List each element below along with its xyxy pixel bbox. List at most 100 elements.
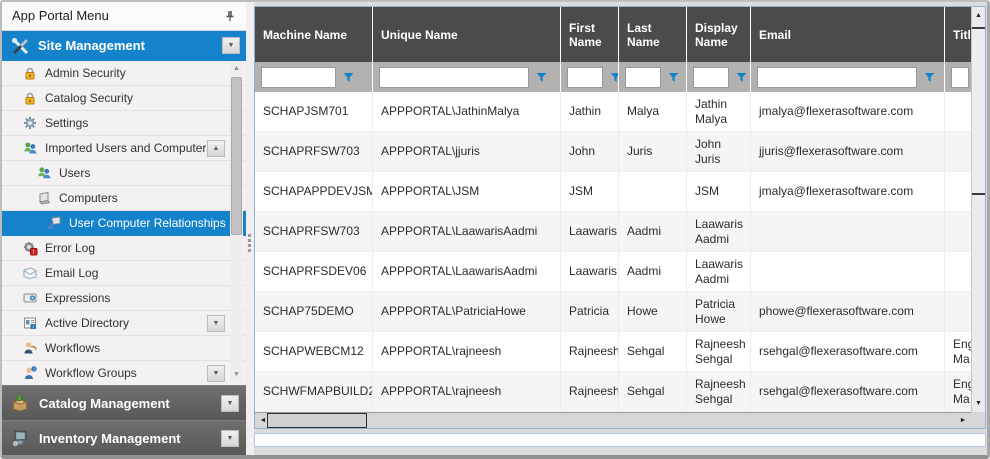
- inventory-icon: [10, 428, 30, 448]
- filter-input-email[interactable]: [757, 67, 917, 88]
- column-header-unique-name[interactable]: Unique Name: [373, 7, 561, 62]
- filter-input-display-name[interactable]: [693, 67, 729, 88]
- cell-text: Malya: [627, 104, 659, 119]
- dropdown-arrow-button[interactable]: ▼: [207, 365, 225, 382]
- filter-input-machine-name[interactable]: [261, 67, 336, 88]
- grid-filter-row: [255, 62, 971, 92]
- sidebar-bottom-sections: Catalog Management▼ Inventory Management ▼: [2, 385, 246, 455]
- table-cell: rsehgal@flexerasoftware.com: [751, 372, 945, 412]
- horizontal-scrollbar[interactable]: ◄ ►: [255, 412, 971, 428]
- table-cell: Juris: [619, 132, 687, 172]
- table-row[interactable]: SCHWFMAPBUILD2APPPORTAL\rajneeshRajneesh…: [255, 372, 971, 412]
- cell-text: Sehgal: [627, 384, 664, 399]
- scroll-up-arrow[interactable]: ▲: [972, 9, 985, 22]
- section-header-inventory-management[interactable]: Inventory Management ▼: [2, 420, 246, 455]
- filter-input-first-name[interactable]: [567, 67, 603, 88]
- sidebar-item-imported-users-and-computers[interactable]: Imported Users and Computers▲: [2, 136, 246, 161]
- cell-text: rsehgal@flexerasoftware.com: [759, 344, 918, 359]
- table-cell: Rajneesh Sehgal: [687, 332, 751, 372]
- sidebar-item-settings[interactable]: Settings: [2, 111, 246, 136]
- table-cell: JSM: [561, 172, 619, 212]
- sidebar-item-label: User Computer Relationships: [69, 216, 226, 230]
- column-header-last-name[interactable]: Last Name: [619, 7, 687, 62]
- horizontal-scroll-thumb[interactable]: [267, 413, 367, 428]
- table-cell: Eng Ma: [945, 372, 971, 412]
- sidebar-item-active-directory[interactable]: iActive Directory▼: [2, 311, 246, 336]
- table-cell: APPPORTAL\LaawarisAadmi: [373, 252, 561, 292]
- sidebar-item-user-computer-relationships[interactable]: User Computer Relationships: [2, 211, 246, 236]
- table-row[interactable]: SCHAPRFSW703APPPORTAL\jjurisJohnJurisJoh…: [255, 132, 971, 172]
- dropdown-arrow-button[interactable]: ▼: [221, 430, 239, 447]
- cell-text: Rajneesh Sehgal: [695, 377, 746, 407]
- column-header-label: Title: [953, 28, 971, 42]
- sidebar-scrollbar[interactable]: ▲ ▼: [230, 63, 243, 381]
- column-header-title[interactable]: Title: [945, 7, 971, 62]
- table-cell: Jathin: [561, 92, 619, 132]
- section-collapse-button[interactable]: ▼: [222, 37, 240, 54]
- vertical-scroll-thumb[interactable]: [972, 27, 985, 195]
- column-header-machine-name[interactable]: Machine Name: [255, 7, 373, 62]
- table-cell: jmalya@flexerasoftware.com: [751, 92, 945, 132]
- cell-text: APPPORTAL\PatriciaHowe: [381, 304, 526, 319]
- dropdown-arrow-button[interactable]: ▼: [207, 315, 225, 332]
- sidebar-item-computers[interactable]: Computers: [2, 186, 246, 211]
- table-cell: APPPORTAL\JathinMalya: [373, 92, 561, 132]
- splitter-handle[interactable]: [246, 2, 254, 455]
- section-header-catalog-management[interactable]: Catalog Management▼: [2, 385, 246, 420]
- funnel-icon: [735, 71, 748, 84]
- filter-input-title[interactable]: [951, 67, 969, 88]
- column-header-display-name[interactable]: Display Name: [687, 7, 751, 62]
- filter-input-unique-name[interactable]: [379, 67, 529, 88]
- sidebar-item-expressions[interactable]: Expressions: [2, 286, 246, 311]
- column-header-label: Display Name: [695, 21, 746, 49]
- dropdown-arrow-button[interactable]: ▼: [221, 395, 239, 412]
- table-row[interactable]: SCHAPRFSW703APPPORTAL\LaawarisAadmiLaawa…: [255, 212, 971, 252]
- cell-text: APPPORTAL\jjuris: [381, 144, 480, 159]
- sidebar-item-email-log[interactable]: Email Log: [2, 261, 246, 286]
- scroll-right-arrow[interactable]: ►: [956, 414, 970, 428]
- table-cell: SCHAPRFSW703: [255, 212, 373, 252]
- workflow-person-icon: [22, 340, 38, 356]
- table-row[interactable]: SCHAP75DEMOAPPPORTAL\PatriciaHowePatrici…: [255, 292, 971, 332]
- section-header-site-management[interactable]: Site Management ▼: [2, 31, 246, 61]
- filter-cell-email: [751, 62, 945, 92]
- table-row[interactable]: SCHAPJSM701 APPPORTAL\JathinMalyaJathin Ma…: [255, 92, 971, 132]
- column-header-label: Email: [759, 28, 791, 42]
- filter-input-last-name[interactable]: [625, 67, 661, 88]
- section-label: Inventory Management: [39, 431, 181, 446]
- collapse-arrow-button[interactable]: ▲: [207, 140, 225, 157]
- scroll-down-arrow[interactable]: ▼: [972, 397, 985, 410]
- cell-text: jjuris@flexerasoftware.com: [759, 144, 903, 159]
- table-row[interactable]: SCHAPRFSDEV06APPPORTAL\LaawarisAadmiLaaw…: [255, 252, 971, 292]
- scrollbar-thumb[interactable]: [231, 77, 242, 235]
- cell-text: Eng Ma: [953, 337, 971, 367]
- table-cell: Laawaris: [561, 212, 619, 252]
- column-header-label: First Name: [569, 21, 614, 49]
- sidebar-item-users[interactable]: Users: [2, 161, 246, 186]
- column-header-email[interactable]: Email: [751, 7, 945, 62]
- table-cell: Aadmi: [619, 252, 687, 292]
- table-cell: Patricia Howe: [687, 292, 751, 332]
- funnel-icon: [923, 71, 936, 84]
- scrollbar-down-arrow[interactable]: ▼: [230, 369, 243, 381]
- table-cell: SCHAPWEBCM12: [255, 332, 373, 372]
- sidebar-item-catalog-security[interactable]: Catalog Security: [2, 86, 246, 111]
- table-row[interactable]: SCHAPAPPDEVJSMAPPPORTAL\JSMJSMJSMjmalya@…: [255, 172, 971, 212]
- cell-text: SCHAPJSM701: [263, 104, 348, 119]
- scrollbar-up-arrow[interactable]: ▲: [230, 63, 243, 75]
- vertical-scrollbar[interactable]: ▲ ▼: [971, 7, 985, 412]
- table-cell: SCHAPRFSW703: [255, 132, 373, 172]
- sidebar-item-error-log[interactable]: !Error Log: [2, 236, 246, 261]
- table-row[interactable]: SCHAPWEBCM12APPPORTAL\rajneeshRajneeshSe…: [255, 332, 971, 372]
- grid-header-row: Machine NameUnique Name First NameLast Na…: [255, 7, 971, 62]
- sidebar-item-label: Error Log: [45, 241, 95, 255]
- sidebar-item-admin-security[interactable]: Admin Security: [2, 61, 246, 86]
- cell-text: phowe@flexerasoftware.com: [759, 304, 914, 319]
- sidebar-item-workflow-groups[interactable]: iWorkflow Groups▼: [2, 361, 246, 385]
- sidebar-item-label: Catalog Security: [45, 91, 133, 105]
- lock-icon: [22, 90, 38, 106]
- pin-icon[interactable]: [222, 8, 238, 24]
- column-header-first-name[interactable]: First Name: [561, 7, 619, 62]
- cell-text: Rajneesh: [569, 384, 619, 399]
- sidebar-item-workflows[interactable]: Workflows: [2, 336, 246, 361]
